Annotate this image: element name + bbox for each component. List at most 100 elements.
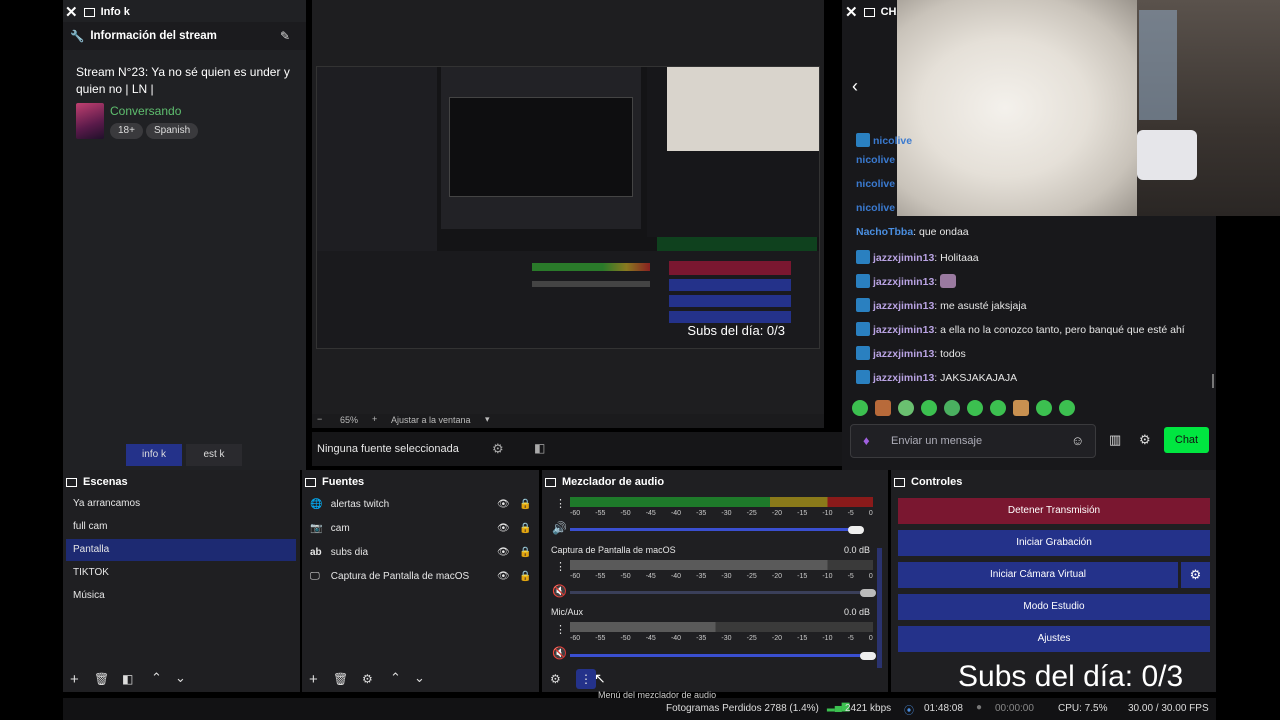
window-light <box>1139 10 1177 120</box>
chat-message-input[interactable]: ♦ Enviar un mensaje ☺ <box>850 424 1096 458</box>
virtual-camera-settings-icon[interactable]: ⚙ <box>1181 562 1210 588</box>
controls-title: Controles <box>911 476 963 488</box>
text-icon: ab <box>310 547 322 558</box>
lock-icon[interactable]: 🔒 <box>519 494 531 516</box>
emote-icon[interactable] <box>875 400 891 416</box>
close-icon[interactable]: ✕ <box>845 3 858 21</box>
fit-dropdown-icon[interactable]: ▾ <box>485 414 490 425</box>
mixer-scrollbar[interactable] <box>877 548 882 668</box>
emote-icon[interactable] <box>898 400 914 416</box>
eye-icon[interactable]: 👁 <box>497 518 510 540</box>
undock-icon[interactable] <box>863 7 875 17</box>
nested-preview <box>441 67 641 229</box>
emote-icon[interactable] <box>990 400 1006 416</box>
stream-info-label: Información del stream <box>90 30 217 42</box>
chat-scrollbar[interactable] <box>1212 374 1214 388</box>
tab-est-k[interactable]: est k <box>186 444 242 466</box>
mixer-menu-button[interactable]: ⋮ <box>576 669 596 689</box>
trash-icon[interactable]: 🗑 <box>333 672 348 686</box>
kebab-menu-icon[interactable]: ⋮ <box>555 497 566 510</box>
lock-icon[interactable]: 🔒 <box>519 566 531 588</box>
move-up-icon[interactable]: ⌃ <box>390 670 401 686</box>
stop-streaming-button[interactable]: Detener Transmisión <box>898 498 1210 524</box>
emote-icon[interactable] <box>852 400 868 416</box>
volume-slider-knob[interactable] <box>860 652 876 660</box>
emote-picker-icon[interactable]: ☺ <box>1071 433 1084 448</box>
chevron-left-icon[interactable]: ‹ <box>852 76 858 97</box>
advanced-audio-gear-icon[interactable]: ⚙ <box>550 672 561 686</box>
eye-icon[interactable]: 👁 <box>497 542 510 564</box>
tag-language[interactable]: Spanish <box>146 123 199 139</box>
source-item[interactable]: 🌐 alertas twitch 👁 🔒 <box>310 494 535 516</box>
stream-category[interactable]: Conversando <box>110 104 181 118</box>
start-virtual-camera-button[interactable]: Iniciar Cámara Virtual <box>898 562 1178 588</box>
tab-info-k[interactable]: info k <box>126 444 182 466</box>
chat-message: jazzxjimin13: JAKSJAKAJAJA <box>856 370 1017 384</box>
volume-slider[interactable] <box>570 528 858 531</box>
chat-send-button[interactable]: Chat <box>1164 427 1209 453</box>
subs-overlay-text: Subs del día: 0/3 <box>958 660 1184 693</box>
chat-settings-icon[interactable]: ⚙ <box>1139 432 1151 448</box>
add-icon[interactable]: + <box>70 671 79 688</box>
zoom-in-button[interactable]: + <box>372 414 377 424</box>
emote-icon[interactable] <box>1059 400 1075 416</box>
undock-icon[interactable] <box>83 7 95 17</box>
tag-age[interactable]: 18+ <box>110 123 143 139</box>
filter-icon[interactable]: ◧ <box>122 672 133 686</box>
gear-icon[interactable]: ⚙ <box>362 672 373 686</box>
muted-speaker-icon[interactable]: 🔇 <box>552 646 567 660</box>
volume-slider-knob[interactable] <box>860 589 876 597</box>
lock-icon[interactable]: 🔒 <box>519 542 531 564</box>
emote-icon[interactable] <box>1036 400 1052 416</box>
lock-icon[interactable]: 🔒 <box>519 518 531 540</box>
undock-icon[interactable] <box>894 477 905 487</box>
start-recording-button[interactable]: Iniciar Grabación <box>898 530 1210 556</box>
source-properties-icon[interactable]: ⚙ <box>492 441 504 457</box>
zoom-level: 65% <box>340 415 359 425</box>
close-icon[interactable]: ✕ <box>65 3 78 21</box>
settings-button[interactable]: Ajustes <box>898 626 1210 652</box>
scene-item[interactable]: full cam <box>66 516 296 538</box>
undock-icon[interactable] <box>66 477 77 487</box>
bits-icon[interactable]: ♦ <box>863 433 870 448</box>
monitor-icon: 🖵 <box>310 571 320 582</box>
undock-icon[interactable] <box>305 477 316 487</box>
emote-icon[interactable] <box>967 400 983 416</box>
muted-speaker-icon[interactable]: 🔇 <box>552 584 567 598</box>
edit-icon[interactable]: ✎ <box>280 29 290 43</box>
channel-name: Captura de Pantalla de macOS <box>551 545 676 555</box>
record-icon: ● <box>976 702 983 713</box>
emote-icon[interactable] <box>944 400 960 416</box>
emote-icon[interactable] <box>921 400 937 416</box>
source-item[interactable]: ab subs dia 👁 🔒 <box>310 542 535 564</box>
move-down-icon[interactable]: ⌄ <box>414 670 425 686</box>
volume-slider[interactable] <box>570 654 870 657</box>
scene-item[interactable]: TIKTOK <box>66 562 296 584</box>
zoom-out-button[interactable]: − <box>317 414 322 424</box>
volume-slider-knob[interactable] <box>848 526 864 534</box>
scene-item[interactable]: Música <box>66 585 296 607</box>
eye-icon[interactable]: 👁 <box>497 494 510 516</box>
studio-mode-button[interactable]: Modo Estudio <box>898 594 1210 620</box>
volume-slider[interactable] <box>570 591 870 594</box>
trash-icon[interactable]: 🗑 <box>94 672 109 686</box>
eye-icon[interactable]: 👁 <box>497 566 510 588</box>
speaker-icon[interactable]: 🔊 <box>552 521 567 535</box>
source-filters-icon[interactable]: ◧ <box>534 441 545 455</box>
kebab-menu-icon[interactable]: ⋮ <box>555 560 566 573</box>
db-scale: -60 -55 -50 -45 -40 -35 -30 -25 -20 -15 -10 -5 0 <box>570 635 873 642</box>
source-item[interactable]: 📷 cam 👁 🔒 <box>310 518 535 540</box>
scene-item[interactable]: Ya arrancamos <box>66 493 296 515</box>
kebab-menu-icon[interactable]: ⋮ <box>555 623 566 636</box>
source-item[interactable]: 🖵 Captura de Pantalla de macOS 👁 🔒 <box>310 566 535 588</box>
move-up-icon[interactable]: ⌃ <box>151 670 162 686</box>
move-down-icon[interactable]: ⌄ <box>175 670 186 686</box>
badge-icon <box>856 346 870 360</box>
gift-icon[interactable]: ▥ <box>1109 432 1121 448</box>
add-icon[interactable]: + <box>309 671 318 688</box>
emote-icon[interactable] <box>1013 400 1029 416</box>
undock-icon[interactable] <box>545 477 556 487</box>
fit-window-label[interactable]: Ajustar a la ventana <box>391 415 471 425</box>
program-preview-canvas[interactable]: Subs del día: 0/3 <box>316 66 820 349</box>
scene-item-selected[interactable]: Pantalla <box>66 539 296 561</box>
